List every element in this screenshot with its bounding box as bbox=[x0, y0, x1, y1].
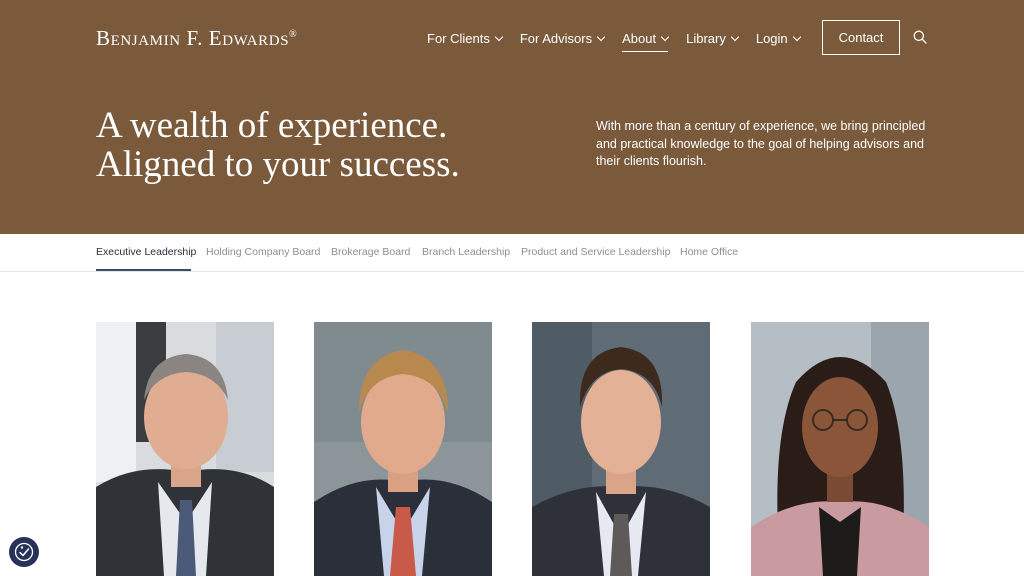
main-nav: For Clients For Advisors About Library L… bbox=[427, 31, 818, 52]
nav-item-label: For Advisors bbox=[519, 31, 593, 46]
nav-item-for-advisors[interactable]: For Advisors bbox=[519, 31, 606, 46]
tab-home-office[interactable]: Home Office bbox=[680, 246, 738, 258]
chevron-down-icon bbox=[730, 32, 740, 41]
leadership-tabs: Executive Leadership Holding Company Boa… bbox=[0, 234, 1024, 272]
nav-item-label: Library bbox=[686, 31, 726, 46]
tab-product-service-leadership[interactable]: Product and Service Leadership bbox=[521, 246, 670, 258]
nav-item-for-clients[interactable]: For Clients bbox=[427, 31, 504, 46]
hero-description: With more than a century of experience, … bbox=[596, 119, 926, 168]
contact-button[interactable]: Contact bbox=[822, 20, 900, 55]
chevron-down-icon bbox=[660, 32, 670, 41]
tab-brokerage-board[interactable]: Brokerage Board bbox=[331, 246, 410, 258]
logo-registered-mark: ® bbox=[289, 29, 298, 40]
leader-card[interactable] bbox=[751, 322, 929, 576]
nav-item-about[interactable]: About bbox=[622, 31, 670, 52]
leader-photo bbox=[751, 322, 929, 576]
chevron-down-icon bbox=[792, 32, 801, 41]
tab-holding-company-board[interactable]: Holding Company Board bbox=[206, 246, 320, 258]
nav-item-login[interactable]: Login bbox=[755, 31, 801, 46]
leader-card[interactable] bbox=[96, 322, 274, 576]
hero-title-line2: Aligned to your success. bbox=[96, 144, 460, 185]
tab-branch-leadership[interactable]: Branch Leadership bbox=[422, 246, 510, 258]
hero-title: A wealth of experience. Aligned to your … bbox=[96, 106, 460, 184]
chevron-down-icon bbox=[596, 32, 606, 41]
leader-photo bbox=[314, 322, 492, 576]
active-tab-indicator bbox=[96, 269, 191, 271]
leader-photo bbox=[96, 322, 274, 576]
accessibility-check-glyph bbox=[14, 542, 34, 562]
nav-item-label: Login bbox=[755, 31, 788, 46]
brand-logo[interactable]: Benjamin F. Edwards® bbox=[96, 26, 297, 51]
logo-text: Benjamin F. Edwards bbox=[96, 26, 290, 50]
nav-item-label: For Clients bbox=[427, 31, 490, 46]
hero-title-line1: A wealth of experience. bbox=[96, 105, 448, 146]
leader-card[interactable] bbox=[532, 322, 710, 576]
hero-banner: Benjamin F. Edwards® For Clients For Adv… bbox=[0, 0, 1024, 234]
search-icon[interactable] bbox=[913, 30, 927, 44]
nav-item-label: About bbox=[622, 31, 657, 46]
chevron-down-icon bbox=[494, 32, 504, 41]
accessibility-check-icon[interactable] bbox=[9, 537, 39, 567]
tab-executive-leadership[interactable]: Executive Leadership bbox=[96, 246, 196, 258]
leader-card[interactable] bbox=[314, 322, 492, 576]
nav-item-library[interactable]: Library bbox=[686, 31, 740, 46]
leader-photo bbox=[532, 322, 710, 576]
